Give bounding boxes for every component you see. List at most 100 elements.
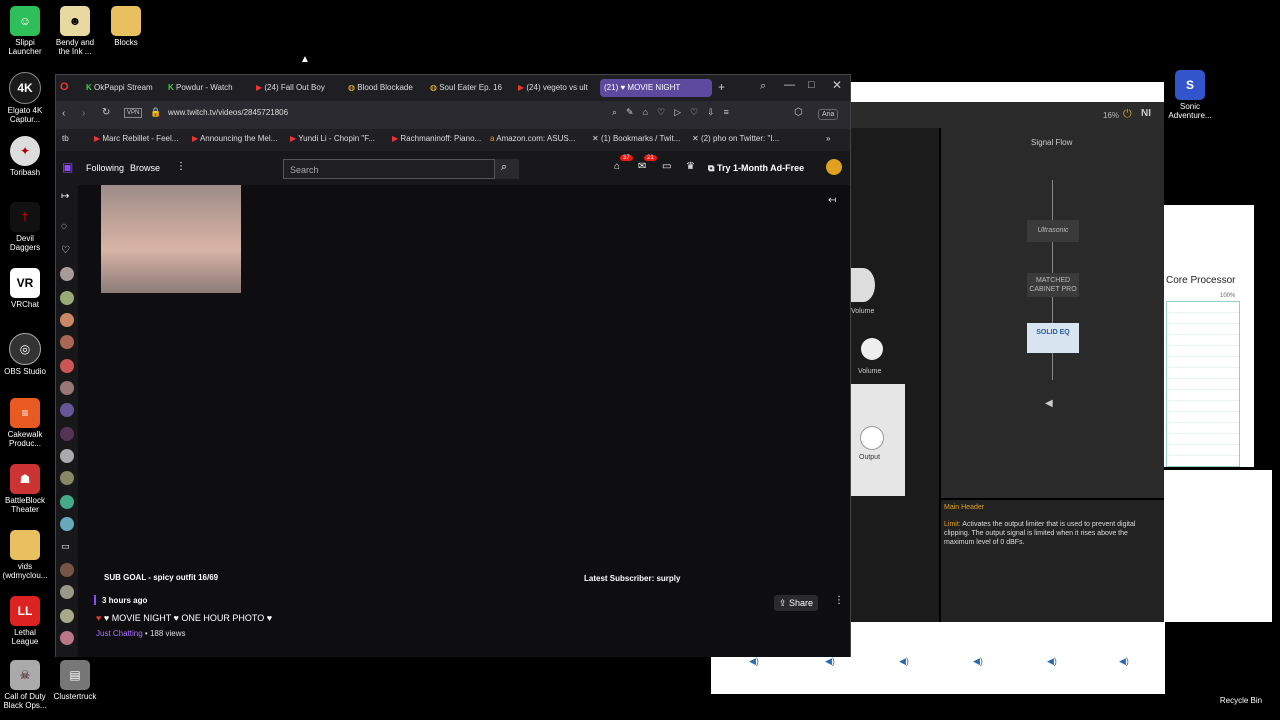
- channel-avatar[interactable]: [60, 563, 74, 577]
- search-button[interactable]: ⌕: [495, 159, 519, 179]
- chat-icon[interactable]: ▭: [662, 161, 671, 172]
- recycle-bin-icon[interactable]: Recycle Bin: [1216, 686, 1266, 705]
- nav-following[interactable]: Following: [86, 163, 124, 173]
- volume-knob-2[interactable]: [861, 338, 883, 360]
- channel-avatar[interactable]: [60, 471, 74, 485]
- new-tab-button[interactable]: +: [718, 80, 725, 94]
- slippi-launcher-icon[interactable]: ☺ Slippi Launcher: [0, 6, 50, 56]
- speaker-icon[interactable]: ◀): [973, 656, 983, 667]
- aria-button[interactable]: Aria: [818, 109, 839, 120]
- vrchat-icon[interactable]: VR VRChat: [0, 268, 50, 309]
- module-matched-cabinet[interactable]: MATCHED CABINET PRO: [1027, 273, 1079, 297]
- channel-avatar[interactable]: [60, 403, 74, 417]
- bookmarks-overflow-icon[interactable]: »: [826, 134, 830, 143]
- address-tools-icon[interactable]: ⌕✎⌂♡▷♡⇩≡: [612, 107, 738, 118]
- vids-folder-icon[interactable]: vids (wdmyclou...: [0, 530, 50, 580]
- blocks-folder-icon[interactable]: Blocks: [101, 6, 151, 47]
- forward-icon[interactable]: ›: [82, 108, 85, 119]
- module-solid-eq[interactable]: SOLID EQ: [1027, 323, 1079, 353]
- speaker-icon[interactable]: ◀): [1119, 656, 1129, 667]
- clustertruck-icon[interactable]: ▤ Clustertruck: [50, 660, 100, 701]
- close-button[interactable]: ✕: [832, 78, 842, 92]
- category-link[interactable]: Just Chatting: [96, 629, 143, 638]
- share-button[interactable]: ⇪ Share: [774, 595, 818, 611]
- channel-avatar[interactable]: [60, 631, 74, 645]
- bookmark-rachmaninoff[interactable]: ▶ Rachmaninoff: Piano...: [392, 134, 481, 143]
- url-text[interactable]: www.twitch.tv/videos/2845721806: [168, 108, 288, 117]
- back-icon[interactable]: ‹: [62, 108, 65, 119]
- module-ultrasonic[interactable]: Ultrasonic: [1027, 220, 1079, 242]
- channel-avatar[interactable]: [60, 449, 74, 463]
- extensions-icon[interactable]: ⬡: [794, 107, 803, 118]
- guitar-rig-toolbar: 16% ⏻ NI: [851, 102, 1164, 128]
- sub-goal-overlay: SUB GOAL - spicy outfit 16/69: [104, 573, 219, 582]
- power-icon[interactable]: ⏻: [1123, 108, 1132, 121]
- more-menu-icon[interactable]: ⋮: [176, 161, 186, 172]
- channel-avatar[interactable]: [60, 427, 74, 441]
- cakewalk-icon[interactable]: ≡ Cakewalk Produc...: [0, 398, 50, 448]
- search-input[interactable]: Search: [283, 159, 495, 179]
- bookmark-pho-twitter[interactable]: ✕ (2) pho on Twitter: "I...: [692, 134, 779, 143]
- lethal-league-icon[interactable]: LL Lethal League: [0, 596, 50, 646]
- volume-knob[interactable]: [851, 268, 875, 302]
- vpn-badge[interactable]: VPN: [124, 108, 143, 118]
- channel-avatar[interactable]: [60, 267, 74, 281]
- opera-logo-icon[interactable]: O: [60, 81, 69, 93]
- heart-icon: ♥: [96, 613, 104, 623]
- channel-avatar[interactable]: [60, 585, 74, 599]
- inbox-icon[interactable]: ✉: [638, 161, 646, 172]
- prime-icon[interactable]: ⌂: [614, 161, 620, 172]
- bookmark-amazon[interactable]: a Amazon.com: ASUS...: [490, 134, 575, 143]
- call-of-duty-icon[interactable]: ☠ Call of Duty Black Ops...: [0, 660, 50, 710]
- maximize-button[interactable]: □: [808, 79, 815, 91]
- reload-icon[interactable]: ↻: [102, 107, 110, 118]
- nav-browse[interactable]: Browse: [130, 163, 160, 173]
- collapse-chat-icon[interactable]: ↤: [828, 195, 836, 206]
- speaker-icon[interactable]: ◀): [1047, 656, 1057, 667]
- recommended-icon[interactable]: ◌: [61, 221, 67, 232]
- channel-avatar[interactable]: [60, 609, 74, 623]
- heart-icon[interactable]: ♡: [61, 245, 70, 256]
- search-tabs-icon[interactable]: ⌕: [760, 80, 766, 93]
- bookmark-announcing[interactable]: ▶ Announcing the Mel...: [192, 134, 277, 143]
- speaker-icon[interactable]: ◀): [749, 656, 759, 667]
- elgato-icon[interactable]: 4K Elgato 4K Captur...: [0, 72, 50, 124]
- output-knob[interactable]: [860, 426, 884, 450]
- video-icon[interactable]: ▭: [61, 541, 70, 552]
- bookmark-marc-rebillet[interactable]: ▶ Marc Rebillet - Feel...: [94, 134, 178, 143]
- twitch-logo-icon[interactable]: ▣: [62, 160, 73, 174]
- speaker-icon[interactable]: ◀): [899, 656, 909, 667]
- more-options-icon[interactable]: ⋮: [834, 595, 844, 606]
- sonic-icon[interactable]: S Sonic Adventure...: [1165, 70, 1215, 120]
- channel-avatar[interactable]: [60, 359, 74, 373]
- tab-soul-eater[interactable]: ◍ Soul Eater Ep. 16: [430, 79, 506, 97]
- user-avatar[interactable]: [826, 159, 842, 175]
- speaker-icon[interactable]: ◀): [825, 656, 835, 667]
- battleblock-icon[interactable]: ☗ BattleBlock Theater: [0, 464, 50, 514]
- video-thumbnail[interactable]: [101, 185, 241, 293]
- tab-powdur[interactable]: K Powdur - Watch: [168, 79, 246, 97]
- obs-icon[interactable]: ◎ OBS Studio: [0, 333, 50, 376]
- toribash-icon[interactable]: ✦ Toribash: [0, 136, 50, 177]
- channel-avatar[interactable]: [60, 495, 74, 509]
- crown-icon[interactable]: ♛: [686, 161, 695, 172]
- bookmark-twitter-bookmarks[interactable]: ✕ (1) Bookmarks / Twit...: [592, 134, 680, 143]
- channel-avatar[interactable]: [60, 517, 74, 531]
- tab-movie-night[interactable]: (21) ♥ MOVIE NIGHT: [600, 79, 712, 97]
- tab-vegeto[interactable]: ▶ (24) vegeto vs ult: [518, 79, 596, 97]
- channel-avatar[interactable]: [60, 313, 74, 327]
- channel-avatar[interactable]: [60, 381, 74, 395]
- tab-fall-out-boy[interactable]: ▶ (24) Fall Out Boy: [256, 79, 340, 97]
- bookmark-yundi-li[interactable]: ▶ Yundi Li - Chopin "F...: [290, 134, 375, 143]
- devil-daggers-icon[interactable]: † Devil Daggers: [0, 202, 50, 252]
- tab-blood-blockade[interactable]: ◍ Blood Blockade: [348, 79, 426, 97]
- bendy-icon[interactable]: ☻ Bendy and the Ink ...: [50, 6, 100, 56]
- tab-okpappi[interactable]: K OkPappi Stream: [86, 79, 158, 97]
- minimize-button[interactable]: —: [784, 79, 795, 91]
- bookmark-tb[interactable]: tb: [62, 134, 69, 143]
- expand-sidebar-icon[interactable]: ↦: [61, 191, 69, 202]
- output-section: Output: [851, 384, 905, 496]
- channel-avatar[interactable]: [60, 291, 74, 305]
- channel-avatar[interactable]: [60, 335, 74, 349]
- try-ad-free-button[interactable]: ⧉ Try 1-Month Ad-Free: [708, 159, 816, 177]
